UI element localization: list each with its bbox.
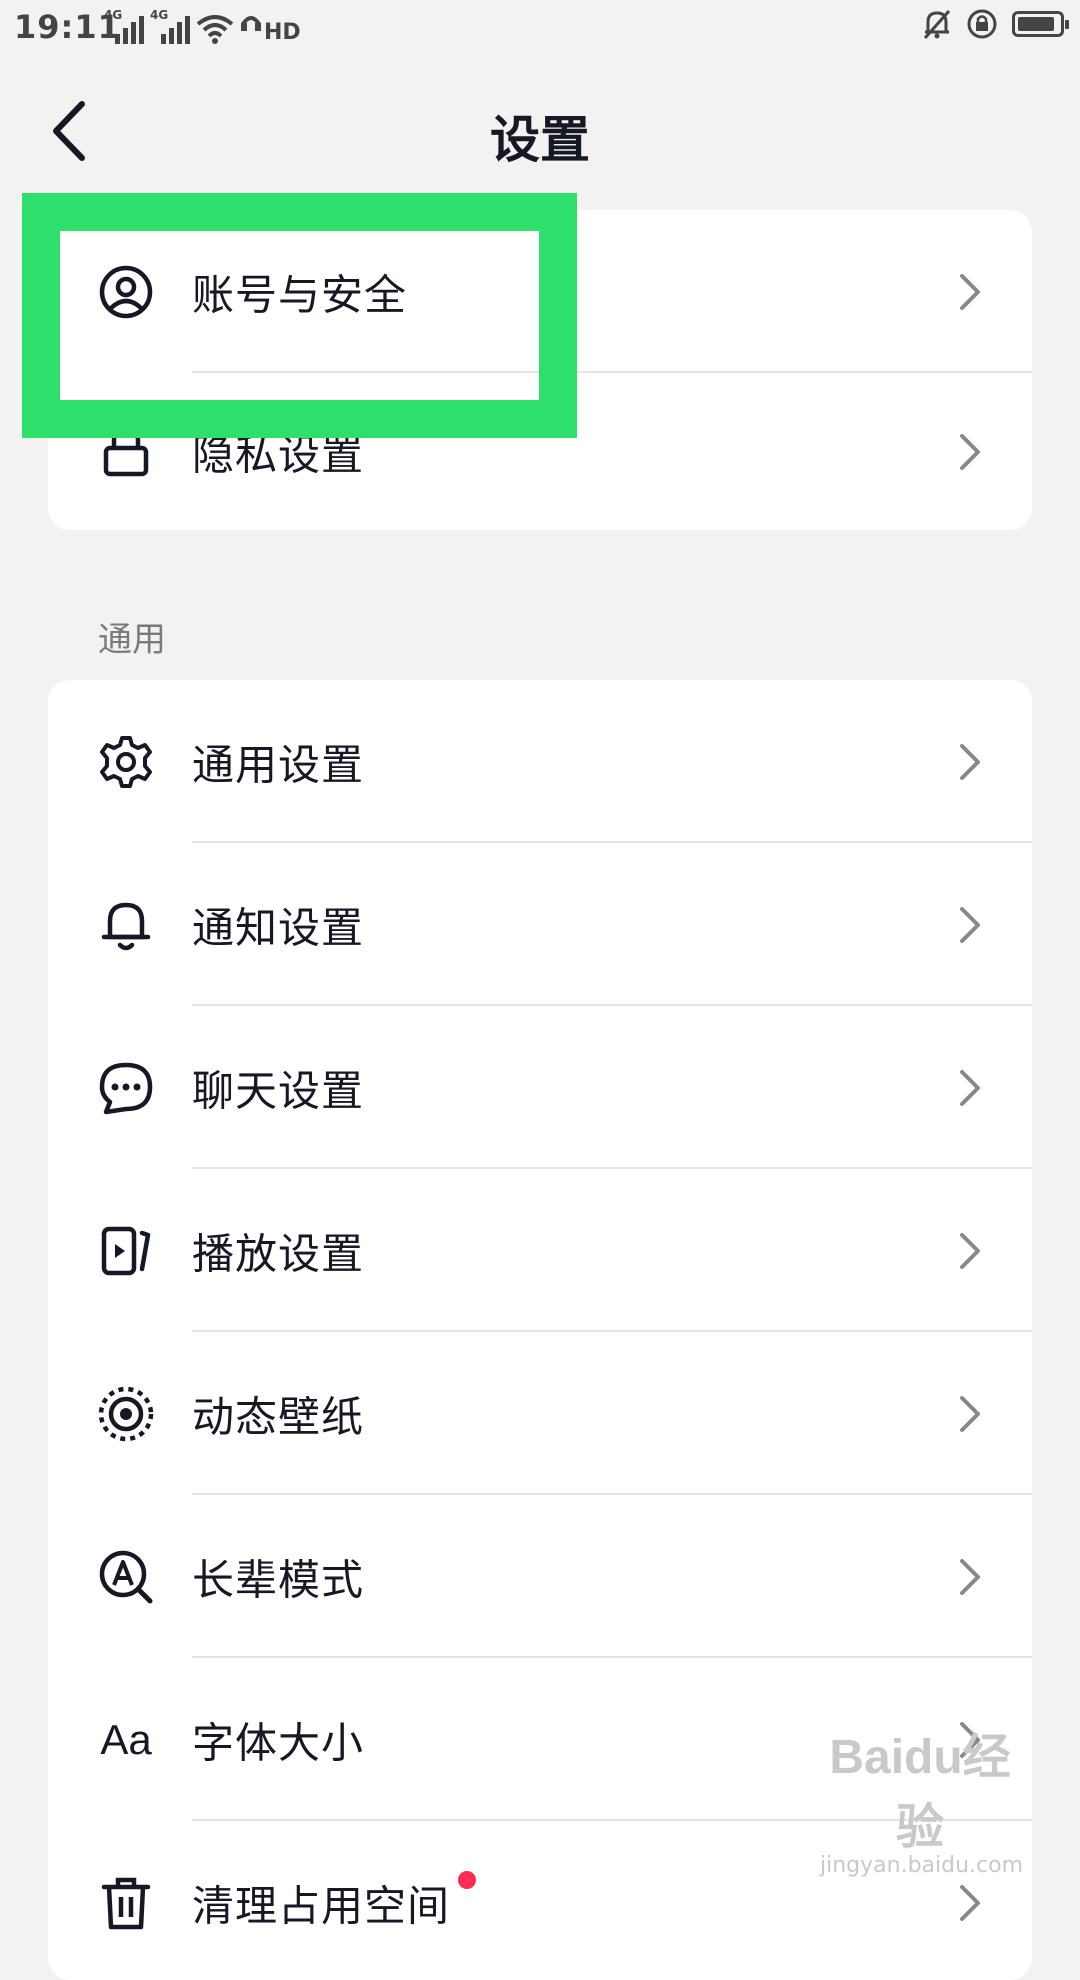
list-item-label: 通用设置 xyxy=(192,740,365,789)
chevron-right-icon xyxy=(960,1069,980,1106)
list-item-live-wallpaper[interactable]: 动态壁纸 xyxy=(48,1332,1032,1495)
list-item-notification-settings[interactable]: 通知设置 xyxy=(48,843,1032,1006)
mute-bell-icon xyxy=(923,10,951,39)
play-screen-icon xyxy=(96,1221,156,1281)
chevron-right-icon xyxy=(960,906,980,943)
list-item-label: 动态壁纸 xyxy=(192,1392,365,1441)
chat-bubble-icon xyxy=(96,1058,156,1118)
watermark: Baidu经验 jingyan.baidu.com xyxy=(820,1717,1024,1878)
font-size-icon-text: Aa xyxy=(100,1715,152,1763)
chevron-right-icon xyxy=(960,743,980,780)
rotation-lock-icon xyxy=(967,9,997,39)
list-item-elder-mode[interactable]: 长辈模式 xyxy=(48,1495,1032,1658)
list-item-playback-settings[interactable]: 播放设置 xyxy=(48,1169,1032,1332)
signal-icon: 4G xyxy=(104,8,144,44)
font-size-icon: Aa xyxy=(96,1710,156,1770)
nav-bar: 设置 xyxy=(0,56,1080,212)
status-right-icons xyxy=(922,8,1069,40)
list-item-label: 长辈模式 xyxy=(192,1555,365,1604)
page-title: 设置 xyxy=(490,111,590,169)
status-left-icons: 4G 4G HD xyxy=(104,8,301,44)
list-item-chat-settings[interactable]: 聊天设置 xyxy=(48,1006,1032,1169)
gear-icon xyxy=(96,732,156,792)
trash-icon xyxy=(96,1873,156,1933)
chevron-right-icon xyxy=(960,273,980,310)
phone-icon xyxy=(241,16,261,31)
list-item-label: 字体大小 xyxy=(192,1718,365,1767)
wifi-icon xyxy=(196,15,234,44)
watermark-logo: Baidu经验 xyxy=(829,1731,1011,1854)
bell-icon xyxy=(96,895,156,955)
red-dot-badge xyxy=(458,1871,476,1889)
chevron-right-icon xyxy=(960,1558,980,1595)
hd-voice-icon: HD xyxy=(240,10,301,44)
signal-icon: 4G xyxy=(150,8,190,44)
chevron-right-icon xyxy=(960,1232,980,1269)
watermark-url: jingyan.baidu.com xyxy=(820,1853,1024,1878)
chevron-right-icon xyxy=(960,1884,980,1921)
battery-icon xyxy=(1012,11,1069,37)
list-item-label: 聊天设置 xyxy=(192,1066,365,1115)
list-item-label: 清理占用空间 xyxy=(192,1881,451,1930)
chevron-right-icon xyxy=(960,433,980,470)
status-bar: 19:11 4G 4G HD xyxy=(0,0,1080,56)
hd-label: HD xyxy=(264,20,301,45)
list-item-label: 播放设置 xyxy=(192,1229,365,1278)
section-title-general: 通用 xyxy=(98,620,166,660)
live-wallpaper-icon xyxy=(96,1384,156,1444)
chevron-right-icon xyxy=(960,1395,980,1432)
elder-mode-icon xyxy=(96,1547,156,1607)
list-item-label: 通知设置 xyxy=(192,903,365,952)
highlight-box xyxy=(22,193,577,438)
list-item-general-settings[interactable]: 通用设置 xyxy=(48,680,1032,843)
